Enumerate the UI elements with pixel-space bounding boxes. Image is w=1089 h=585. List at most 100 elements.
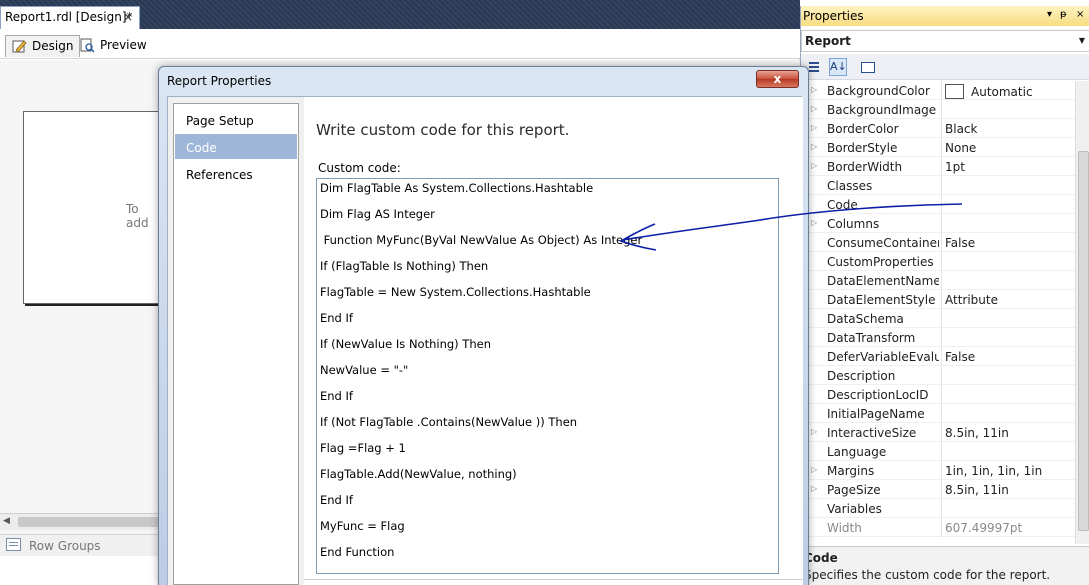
property-row[interactable]: ▷ BackgroundImage	[801, 100, 1075, 119]
property-row[interactable]: Language	[801, 442, 1075, 461]
property-row[interactable]: DataTransform	[801, 328, 1075, 347]
property-name: Classes	[827, 179, 873, 193]
property-value[interactable]: 1pt	[941, 157, 1075, 176]
property-row[interactable]: ▷ BorderColor Black	[801, 119, 1075, 138]
document-tab-report1[interactable]: Report1.rdl [Design]* ×	[0, 6, 140, 29]
code-line: NewValue = "-"	[320, 363, 409, 377]
close-button[interactable]: x	[756, 70, 799, 88]
property-row[interactable]: ▷ InteractiveSize 8.5in, 11in	[801, 423, 1075, 442]
expand-icon[interactable]: ▷	[811, 161, 817, 170]
property-value[interactable]	[941, 195, 1075, 214]
property-name: DataSchema	[827, 312, 904, 326]
property-grid-scrollbar[interactable]	[1075, 81, 1089, 544]
property-value[interactable]: None	[941, 138, 1075, 157]
color-swatch	[945, 84, 964, 99]
scroll-left-icon[interactable]: ◀	[3, 516, 10, 526]
property-value[interactable]: Automatic	[941, 81, 1075, 100]
code-line: Dim FlagTable As System.Collections.Hash…	[320, 181, 594, 195]
property-row[interactable]: ▷ Columns	[801, 214, 1075, 233]
report-body[interactable]: To add	[23, 111, 165, 304]
tab-design-label: Design	[32, 39, 74, 53]
property-name: Description	[827, 369, 896, 383]
property-value[interactable]	[941, 176, 1075, 195]
property-row[interactable]: DataElementStyle Attribute	[801, 290, 1075, 309]
property-value[interactable]	[941, 499, 1075, 518]
property-row[interactable]: ▷ Margins 1in, 1in, 1in, 1in	[801, 461, 1075, 480]
property-row[interactable]: CustomProperties	[801, 252, 1075, 271]
code-line: Flag =Flag + 1	[320, 441, 406, 455]
property-value[interactable]: Black	[941, 119, 1075, 138]
expand-icon[interactable]: ▷	[811, 484, 817, 493]
property-name: ConsumeContainerW	[827, 236, 939, 250]
property-name: Width	[827, 521, 862, 535]
expand-icon[interactable]: ▷	[811, 218, 817, 227]
property-name: BorderColor	[827, 122, 899, 136]
property-row[interactable]: DescriptionLocID	[801, 385, 1075, 404]
property-value[interactable]	[941, 385, 1075, 404]
property-value[interactable]	[941, 442, 1075, 461]
expand-icon[interactable]: ▷	[811, 427, 817, 436]
property-value[interactable]	[941, 328, 1075, 347]
custom-code-editor[interactable]: Dim FlagTable As System.Collections.Hash…	[316, 178, 779, 574]
dropdown-icon[interactable]: ▾	[1047, 9, 1052, 20]
property-row[interactable]: Classes	[801, 176, 1075, 195]
property-value[interactable]	[941, 366, 1075, 385]
property-row[interactable]: Width 607.49997pt	[801, 518, 1075, 537]
document-tab-label: Report1.rdl [Design]*	[5, 10, 133, 24]
expand-icon[interactable]: ▷	[811, 104, 817, 113]
property-row[interactable]: Code	[801, 195, 1075, 214]
expand-icon[interactable]: ▷	[811, 142, 817, 151]
property-value-text: 1pt	[945, 160, 965, 174]
property-value-text: False	[945, 236, 976, 250]
property-row[interactable]: ConsumeContainerW False	[801, 233, 1075, 252]
property-value[interactable]	[941, 309, 1075, 328]
property-value[interactable]	[941, 404, 1075, 423]
sort-alphabetical-icon[interactable]: A↓	[829, 58, 847, 76]
property-value-text: None	[945, 141, 977, 155]
scrollbar-thumb[interactable]	[18, 517, 160, 527]
property-value-text: 607.49997pt	[945, 521, 1023, 535]
property-value[interactable]	[941, 100, 1075, 119]
property-value[interactable]	[941, 271, 1075, 290]
property-value[interactable]: 1in, 1in, 1in, 1in	[941, 461, 1075, 480]
code-line: If (FlagTable Is Nothing) Then	[320, 259, 489, 273]
property-name: PageSize	[827, 483, 881, 497]
property-row[interactable]: Variables	[801, 499, 1075, 518]
property-value[interactable]: False	[941, 233, 1075, 252]
page-heading: Write custom code for this report.	[316, 121, 570, 139]
property-row[interactable]: DeferVariableEvaluati False	[801, 347, 1075, 366]
property-row[interactable]: DataElementName	[801, 271, 1075, 290]
property-value[interactable]: 8.5in, 11in	[941, 423, 1075, 442]
property-row[interactable]: ▷ BorderStyle None	[801, 138, 1075, 157]
property-value[interactable]: 607.49997pt	[941, 518, 1075, 537]
property-row[interactable]: ▷ BorderWidth 1pt	[801, 157, 1075, 176]
property-row[interactable]: DataSchema	[801, 309, 1075, 328]
property-value[interactable]	[941, 214, 1075, 233]
nav-item-references[interactable]: References	[175, 161, 297, 186]
property-row[interactable]: ▷ BackgroundColor Automatic	[801, 81, 1075, 100]
nav-item-page-setup[interactable]: Page Setup	[175, 107, 297, 132]
property-row[interactable]: InitialPageName	[801, 404, 1075, 423]
property-grid: ▷ BackgroundColor Automatic ▷ BackgroundImag…	[801, 81, 1075, 537]
property-row[interactable]: ▷ PageSize 8.5in, 11in	[801, 480, 1075, 499]
nav-item-code[interactable]: Code	[175, 134, 297, 159]
pin-icon[interactable]: ᵽ	[1060, 9, 1067, 20]
property-value[interactable]: False	[941, 347, 1075, 366]
object-selector[interactable]: Report ▼	[801, 30, 1089, 52]
property-name: Code	[827, 198, 858, 212]
scrollbar-thumb[interactable]	[1078, 151, 1089, 531]
close-icon[interactable]: ×	[1076, 9, 1084, 20]
property-value-text: Black	[945, 122, 978, 136]
close-icon[interactable]: ×	[123, 10, 133, 24]
property-value[interactable]: Attribute	[941, 290, 1075, 309]
design-icon	[12, 40, 27, 53]
property-pages-icon[interactable]	[858, 58, 876, 76]
expand-icon[interactable]: ▷	[811, 85, 817, 94]
tab-design[interactable]: Design	[5, 35, 81, 57]
expand-icon[interactable]: ▷	[811, 123, 817, 132]
expand-icon[interactable]: ▷	[811, 465, 817, 474]
property-row[interactable]: Description	[801, 366, 1075, 385]
tab-preview[interactable]: Preview	[74, 35, 153, 57]
property-value[interactable]: 8.5in, 11in	[941, 480, 1075, 499]
property-value[interactable]	[941, 252, 1075, 271]
